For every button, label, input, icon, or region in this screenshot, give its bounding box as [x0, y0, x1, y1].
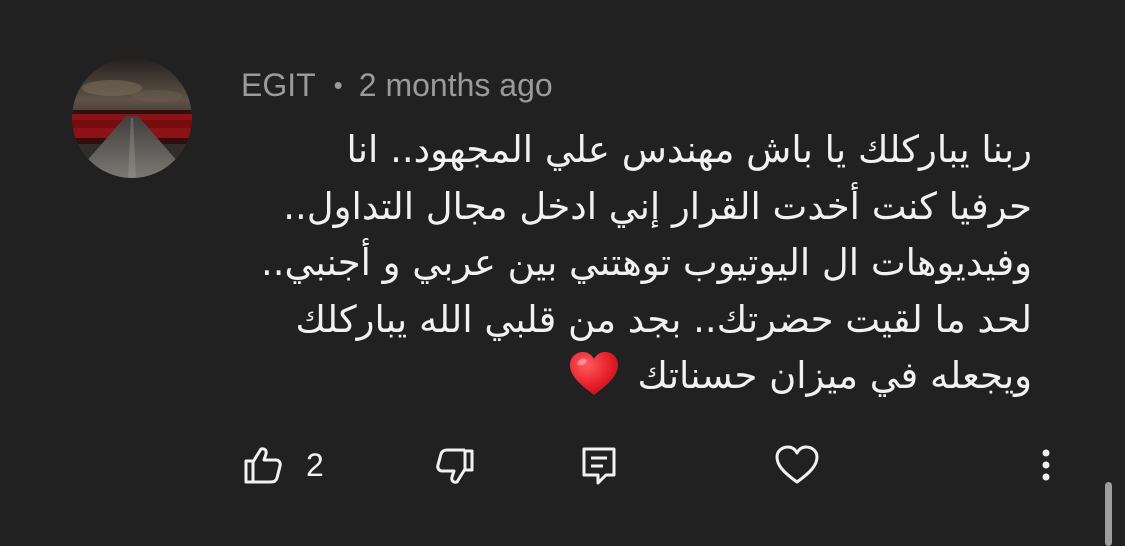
- more-vertical-icon: [1042, 449, 1050, 481]
- comment-actions: 2: [0, 440, 1125, 490]
- comment-line: وفيديوهات ال اليوتيوب توهتني بين عربي و …: [261, 241, 1032, 284]
- avatar-road-image: [72, 58, 192, 178]
- heart-button[interactable]: [774, 440, 820, 490]
- comment-screen: EGIT • 2 months ago ربنا يباركلك يا باش …: [0, 0, 1125, 546]
- comment-line: ويجعله في ميزان حسناتك: [637, 354, 1032, 397]
- comment-line: لحد ما لقيت حضرتك.. بجد من قلبي الله يبا…: [295, 297, 1032, 341]
- comment-line-last: ويجعله في ميزان حسناتك: [232, 348, 1032, 405]
- like-button[interactable]: [240, 440, 284, 490]
- thumbs-up-icon: [244, 447, 282, 484]
- dislike-button[interactable]: [434, 440, 478, 490]
- heart-outline-icon: [775, 445, 819, 484]
- reply-button[interactable]: [578, 440, 620, 490]
- comment-header: EGIT • 2 months ago: [241, 62, 553, 108]
- scrollbar-thumb[interactable]: [1105, 482, 1112, 546]
- comment-timestamp: 2 months ago: [358, 66, 553, 103]
- avatar[interactable]: [72, 58, 192, 178]
- author-name[interactable]: EGIT: [241, 67, 316, 104]
- comment-line: حرفيا كنت أخدت القرار إني ادخل مجال التد…: [283, 184, 1032, 228]
- red-heart-emoji-icon: [569, 351, 618, 395]
- comment-text: ربنا يباركلك يا باش مهندس علي المجهود.. …: [232, 122, 1032, 405]
- like-count: 2: [306, 447, 324, 483]
- comment-line: ربنا يباركلك يا باش مهندس علي المجهود.. …: [346, 128, 1032, 171]
- more-menu-button[interactable]: [1030, 440, 1062, 490]
- thumbs-down-icon: [436, 448, 474, 484]
- separator-dot: •: [333, 69, 343, 100]
- reply-comment-icon: [582, 447, 616, 485]
